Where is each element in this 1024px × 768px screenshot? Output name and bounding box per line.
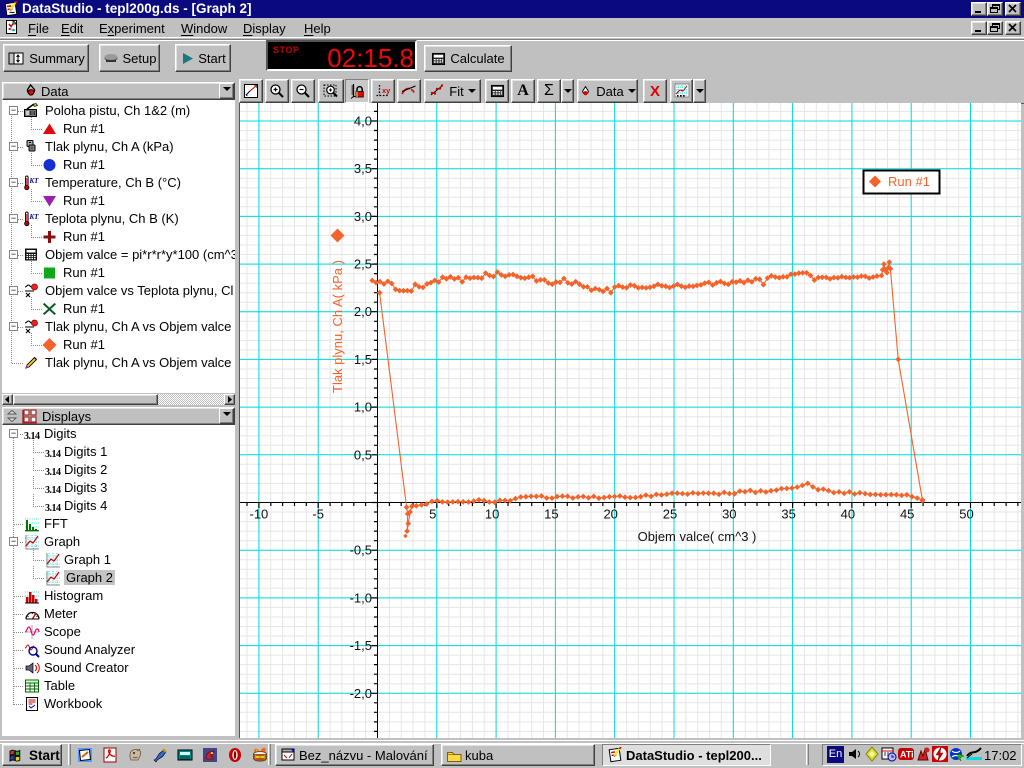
svg-text:-1,0: -1,0 [350,590,372,605]
svg-text:3,5: 3,5 [354,161,372,176]
svg-text:10: 10 [485,507,499,522]
svg-text:-10: -10 [250,507,269,522]
svg-text:50: 50 [959,507,973,522]
svg-text:30: 30 [722,507,736,522]
svg-text:25: 25 [663,507,677,522]
svg-text:-2,0: -2,0 [350,686,372,701]
svg-text:1,0: 1,0 [354,400,372,415]
svg-text:40: 40 [841,507,855,522]
svg-text:KTD: KTD [29,213,40,221]
svg-text:-5: -5 [312,507,324,522]
svg-text:4,0: 4,0 [354,114,372,129]
svg-text:5: 5 [429,507,436,522]
svg-text:Tlak plynu, Ch A( kPa ): Tlak plynu, Ch A( kPa ) [330,260,345,393]
svg-text:Run #1: Run #1 [888,174,930,189]
svg-text:2,0: 2,0 [354,304,372,319]
svg-text:20: 20 [603,507,617,522]
svg-text:xy: xy [382,86,391,95]
svg-text:3,0: 3,0 [354,209,372,224]
svg-text:1,5: 1,5 [354,352,372,367]
svg-text:0,5: 0,5 [354,447,372,462]
svg-text:2,5: 2,5 [354,257,372,272]
svg-text:KTD: KTD [29,177,40,185]
svg-text:45: 45 [900,507,914,522]
svg-text:35: 35 [781,507,795,522]
svg-text:ATi: ATi [900,750,914,760]
svg-text:-1,5: -1,5 [350,638,372,653]
svg-text:Objem valce( cm^3 ): Objem valce( cm^3 ) [638,529,757,544]
svg-text:15: 15 [544,507,558,522]
svg-text:-0,5: -0,5 [350,543,372,558]
